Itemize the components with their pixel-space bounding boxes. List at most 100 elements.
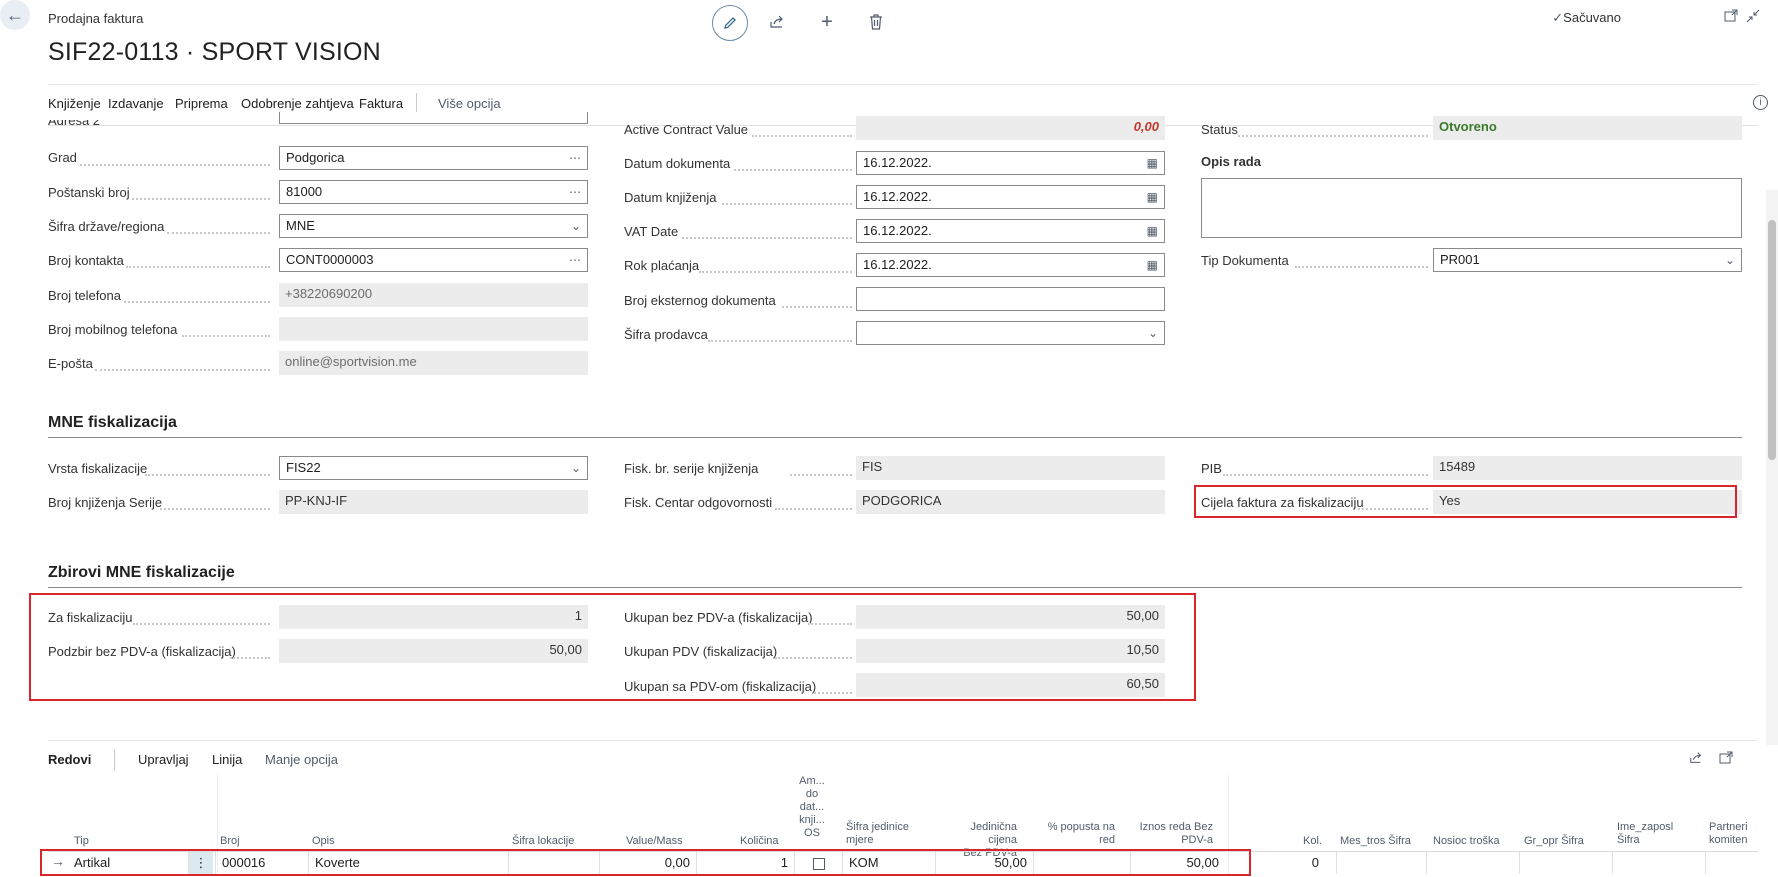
calendar-icon[interactable]: ▦ [1147,254,1158,276]
check-icon: ✓ [1552,10,1564,25]
label-broj-knjizenja-serije: Broj knjiženja Serije [48,495,163,510]
cell-nosioc-troska[interactable] [1426,852,1519,874]
expand-lines-button[interactable] [1719,751,1733,768]
label-grad: Grad [48,150,77,165]
col-header-kolicina[interactable]: Količina [740,835,779,848]
label-sifra-prodavca: Šifra prodavca [624,327,708,342]
label-tip-dokumenta: Tip Dokumenta [1201,253,1289,268]
chevron-down-icon[interactable]: ⌄ [571,457,581,479]
grad-field[interactable]: Podgorica ⋯ [279,146,588,170]
highlight-box [40,849,1251,876]
label-sifra-drzave: Šifra države/regiona [48,219,165,234]
section-mne-fiskalizacija[interactable]: MNE fiskalizacija [48,414,177,432]
back-button[interactable]: ← [0,0,30,30]
label-broj-kontakta: Broj kontakta [48,253,124,268]
lookup-ellipsis-icon[interactable]: ⋯ [569,147,581,169]
sifra-prodavca-dropdown[interactable]: ⌄ [856,321,1165,345]
col-header-sifra-jedinice[interactable]: Šifra jedinice mjere [846,821,909,847]
fisk-br-serije-value: FIS [856,456,1165,480]
col-header-value-mass[interactable]: Value/Mass [626,835,683,848]
label-dots [752,135,852,137]
col-header-kol[interactable]: Kol. [1303,835,1322,848]
col-header-nosioc-troska[interactable]: Nosioc troška [1433,835,1500,848]
info-icon[interactable]: i [1753,95,1768,110]
section-zbirovi-mne[interactable]: Zbirovi MNE fiskalizacije [48,564,235,582]
calendar-icon[interactable]: ▦ [1147,152,1158,174]
datum-knjizenja-field[interactable]: 16.12.2022. ▦ [856,185,1165,209]
col-header-ime-zaposl[interactable]: Ime_zaposl Šifra [1617,821,1673,847]
col-header-gr-opr-sifra[interactable]: Gr_opr Šifra [1524,835,1584,848]
action-upravljaj[interactable]: Upravljaj [138,752,189,767]
open-window-icon [1719,751,1733,764]
pib-value: 15489 [1433,456,1742,480]
share-button[interactable] [760,5,794,39]
lookup-ellipsis-icon[interactable]: ⋯ [569,249,581,271]
trash-icon [870,14,882,30]
label-status: Status [1201,122,1238,137]
label-datum-knjizenja: Datum knjiženja [624,190,717,205]
datum-dokumenta-field[interactable]: 16.12.2022. ▦ [856,151,1165,175]
label-dots [775,508,852,510]
opis-rada-textarea[interactable] [1201,178,1742,238]
action-faktura[interactable]: Faktura [359,96,403,111]
col-header-amortizacija[interactable]: Am... do dat... knji... OS [798,775,826,840]
add-button[interactable]: + [810,5,844,39]
chevron-down-icon[interactable]: ⌄ [1725,249,1735,271]
col-header-mes-tros-sifra[interactable]: Mes_tros Šifra [1340,835,1411,848]
action-priprema[interactable]: Priprema [175,96,228,111]
open-new-window-button[interactable] [1724,9,1738,26]
action-knjizenje[interactable]: Knjiženje [48,96,101,111]
section-divider [48,437,1742,438]
cell-gr-opr-sifra[interactable] [1519,852,1612,874]
delete-button[interactable] [859,5,893,39]
lines-toolbar: Redovi Upravljaj Linija Manje opcija [48,740,1758,777]
share-lines-button[interactable] [1689,751,1703,768]
label-dots [80,164,270,166]
label-dots [734,169,852,171]
action-odobrenje-zahtjeva[interactable]: Odobrenje zahtjeva [241,96,354,111]
action-linija[interactable]: Linija [212,752,242,767]
action-more-options[interactable]: Više opcija [438,96,501,111]
label-fisk-centar: Fisk. Centar odgovornosti [624,495,773,510]
label-dots [167,232,270,234]
col-header-tip[interactable]: Tip [74,835,89,848]
adresa-2-field[interactable] [279,112,588,124]
label-postanski-broj: Poštanski broj [48,185,130,200]
collapse-button[interactable] [1746,9,1760,26]
tip-dokumenta-dropdown[interactable]: PR001 ⌄ [1433,248,1742,272]
scrollbar-thumb[interactable] [1768,220,1776,460]
broj-mobilnog-value [279,317,588,341]
cell-ime-zaposl[interactable] [1612,852,1705,874]
rok-placanja-field[interactable]: 16.12.2022. ▦ [856,253,1165,277]
broj-eksternog-dokumenta-field[interactable] [856,287,1165,311]
edit-button[interactable] [712,5,748,41]
label-opis-rada: Opis rada [1201,154,1261,169]
tab-redovi[interactable]: Redovi [48,752,91,767]
col-header-sifra-lokacije[interactable]: Šifra lokacije [512,835,574,848]
col-header-broj[interactable]: Broj [220,835,240,848]
sifra-drzave-dropdown[interactable]: MNE ⌄ [279,214,588,238]
col-header-iznos-reda[interactable]: Iznos reda Bez PDV-a [1135,821,1213,847]
action-less-options[interactable]: Manje opcija [265,752,338,767]
col-header-popust[interactable]: % popusta na red [1040,821,1115,847]
vrsta-fiskalizacije-dropdown[interactable]: FIS22 ⌄ [279,456,588,480]
arrow-left-icon: ← [6,4,24,25]
col-header-opis[interactable]: Opis [312,835,335,848]
label-vat-date: VAT Date [624,224,679,239]
cell-partneri[interactable] [1705,852,1758,874]
vat-date-field[interactable]: 16.12.2022. ▦ [856,219,1165,243]
label-dots [132,198,270,200]
postanski-broj-field[interactable]: 81000 ⋯ [279,180,588,204]
chevron-down-icon[interactable]: ⌄ [571,215,581,237]
col-header-partneri[interactable]: Partneri komiten [1709,821,1748,847]
chevron-down-icon[interactable]: ⌄ [1148,322,1158,344]
lookup-ellipsis-icon[interactable]: ⋯ [569,181,581,203]
label-dots [126,266,270,268]
calendar-icon[interactable]: ▦ [1147,220,1158,242]
action-izdavanje[interactable]: Izdavanje [108,96,164,111]
broj-kontakta-field[interactable]: CONT0000003 ⋯ [279,248,588,272]
calendar-icon[interactable]: ▦ [1147,186,1158,208]
label-broj-eksternog-dokumenta: Broj eksternog dokumenta [624,293,776,308]
saved-status: ✓Sačuvano [1552,10,1621,25]
cell-mes-tros-sifra[interactable] [1336,852,1426,874]
